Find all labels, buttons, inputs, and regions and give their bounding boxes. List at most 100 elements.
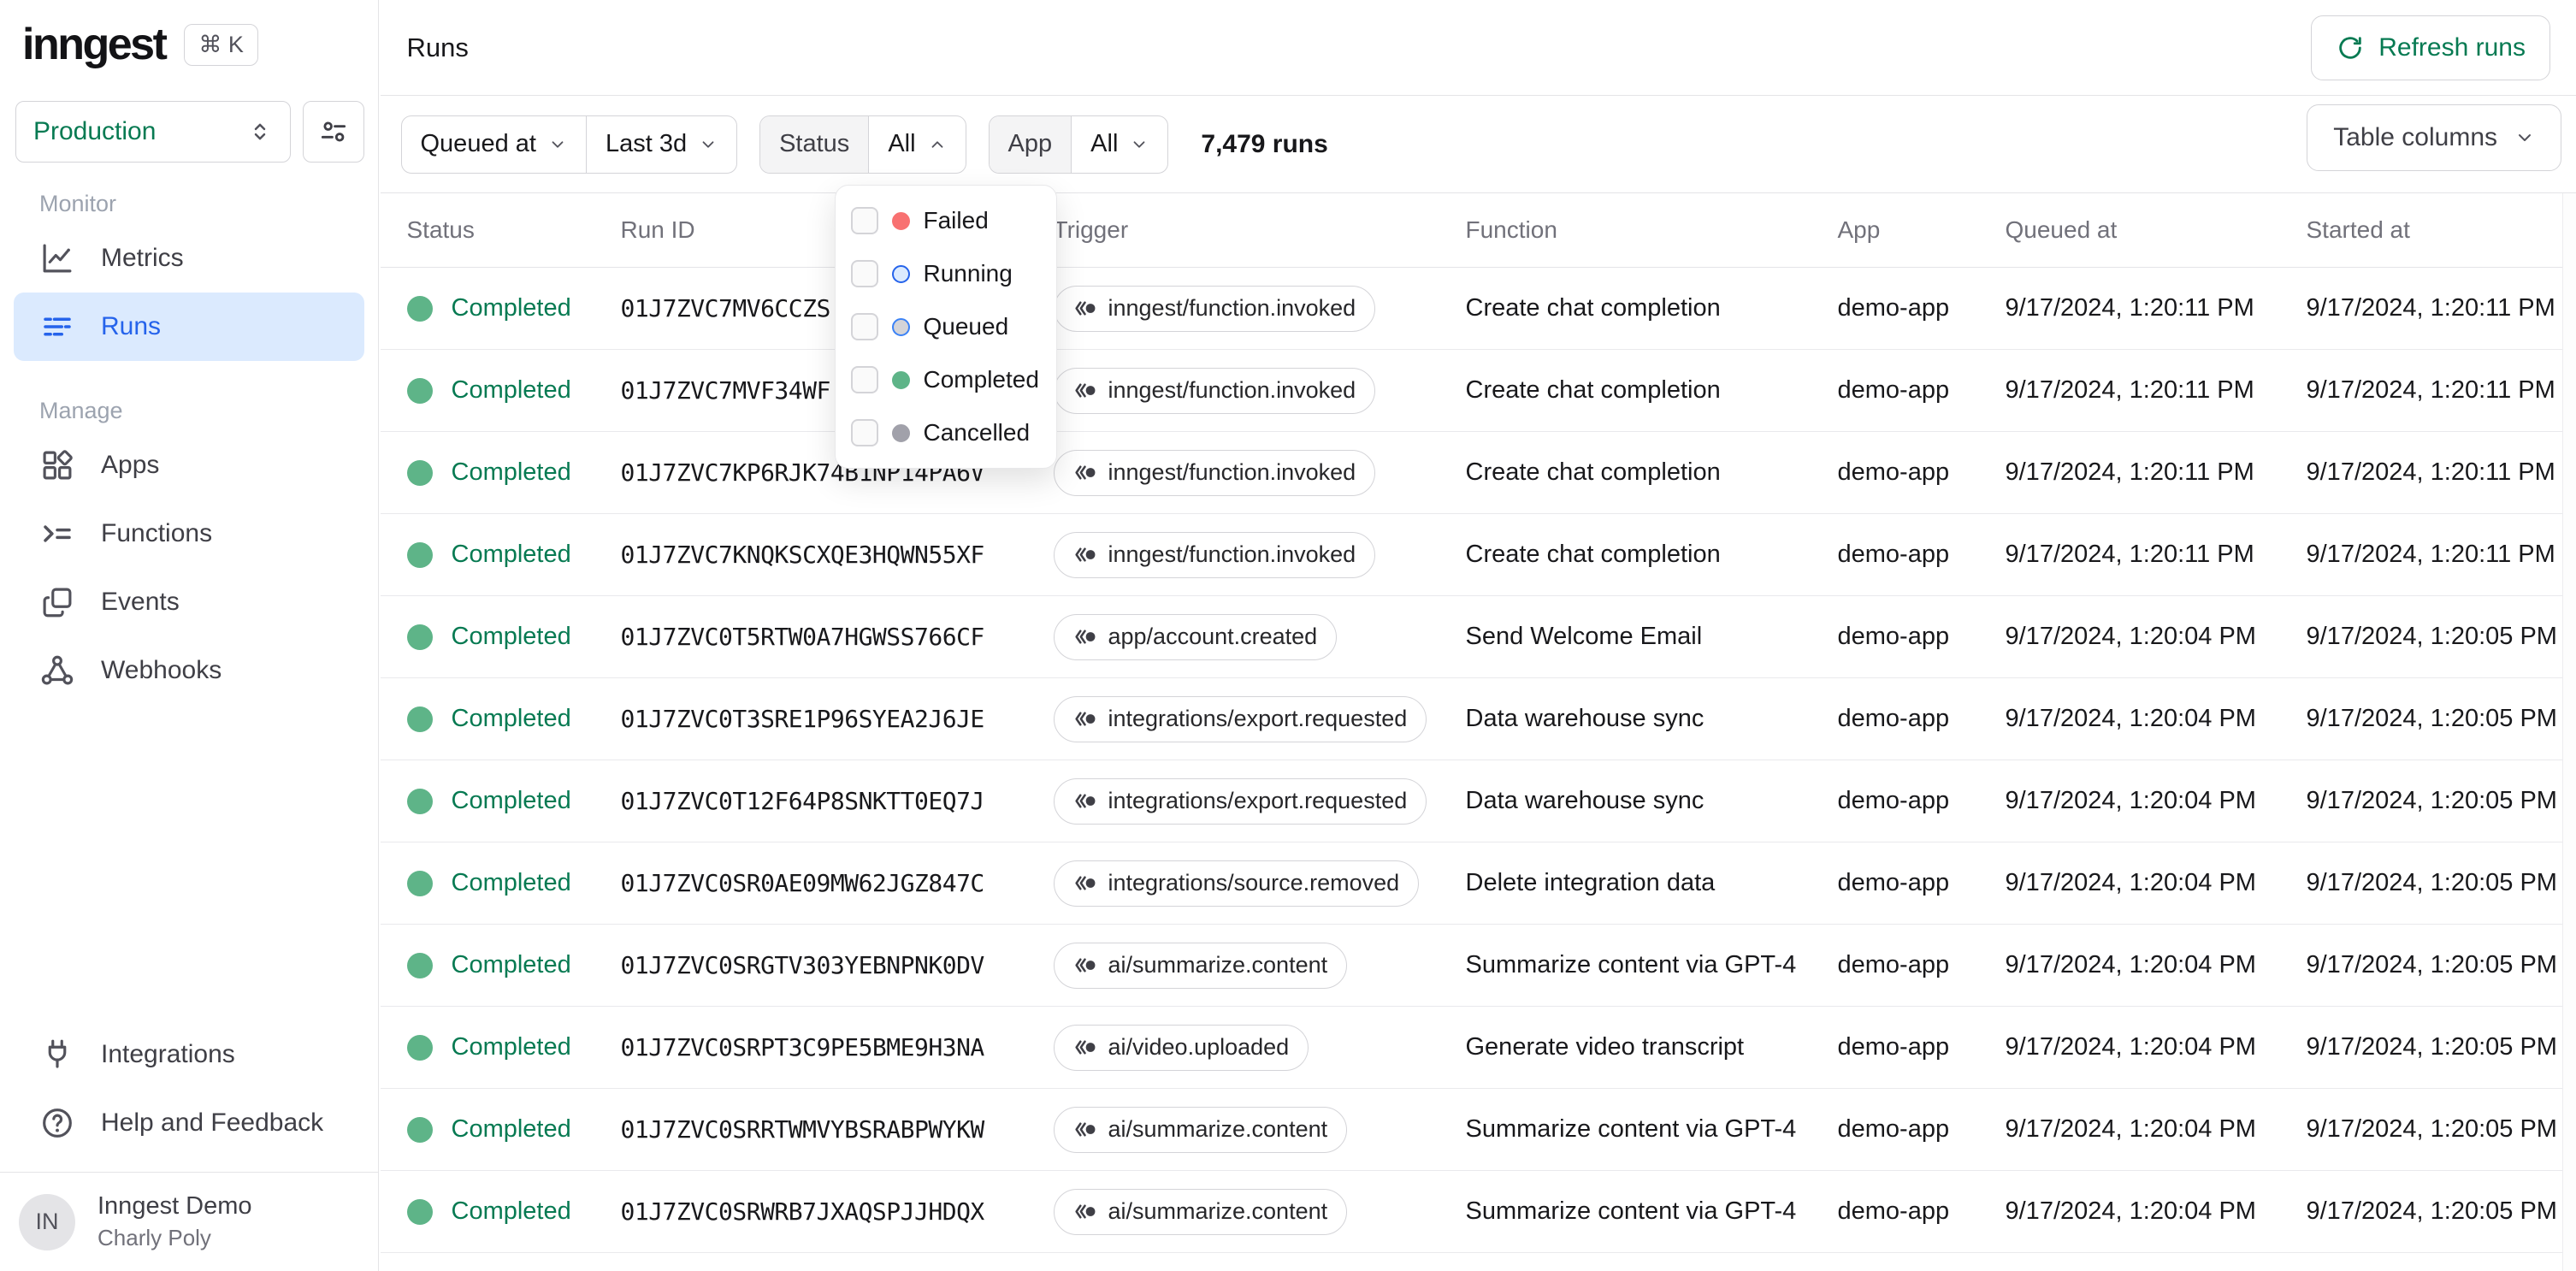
run-id: 01J7ZVC0SRPT3C9PE5BME9H3NA: [620, 1033, 985, 1061]
trigger-event-pill[interactable]: inngest/function.invoked: [1053, 285, 1376, 332]
status-label: Completed: [451, 951, 571, 978]
table-row[interactable]: Completed 01J7ZVC0SRGTV303YEBNPNK0DV ai/…: [380, 925, 2576, 1007]
time-field-dropdown[interactable]: Queued at: [402, 116, 586, 173]
table-row[interactable]: Completed 01J7ZVC7KNQKSCXQE3HQWN55XF inn…: [380, 514, 2576, 596]
trigger-event-name: inngest/function.invoked: [1108, 541, 1356, 567]
trigger-event-pill[interactable]: inngest/function.invoked: [1053, 367, 1376, 414]
trigger-event-pill[interactable]: ai/summarize.content: [1053, 942, 1348, 989]
sidebar-item-functions[interactable]: Functions: [0, 500, 378, 568]
sidebar-item-label: Metrics: [101, 244, 184, 272]
status-label: Completed: [451, 1115, 571, 1143]
app-name: demo-app: [1837, 376, 1950, 404]
sidebar-item-help[interactable]: Help and Feedback: [0, 1089, 378, 1157]
status-option[interactable]: Failed: [836, 194, 1056, 247]
runs-count: 7,479 runs: [1201, 129, 1328, 158]
event-icon: [1073, 710, 1096, 728]
sidebar-item-label: Apps: [101, 451, 160, 479]
table-row[interactable]: Completed 01J7ZVC7MVF34WF inngest/functi…: [380, 350, 2576, 432]
queued-at: 9/17/2024, 1:20:04 PM: [2005, 951, 2256, 978]
checkbox-unchecked[interactable]: [850, 419, 878, 446]
trigger-event-pill[interactable]: ai/summarize.content: [1053, 1188, 1348, 1235]
queued-at: 9/17/2024, 1:20:11 PM: [2005, 458, 2254, 486]
sliders-icon: [317, 115, 350, 148]
trigger-cell: ai/video.uploaded: [1053, 1024, 1466, 1071]
started-at: 9/17/2024, 1:20:05 PM: [2306, 869, 2557, 896]
chevron-up-icon: [928, 135, 947, 154]
trigger-cell: ai/summarize.content: [1053, 1188, 1466, 1235]
table-row[interactable]: Completed 01J7ZVC0SRWRB7JXAQSPJJHDQX ai/…: [380, 1171, 2576, 1253]
trigger-event-pill[interactable]: inngest/function.invoked: [1053, 531, 1376, 578]
trigger-event-pill[interactable]: integrations/export.requested: [1053, 777, 1427, 825]
status-dot-completed: [406, 624, 433, 650]
table-row[interactable]: Completed 01J7ZVC0SRPT3C9PE5BME9H3NA ai/…: [380, 1007, 2576, 1089]
user-menu[interactable]: IN Inngest Demo Charly Poly: [0, 1172, 378, 1271]
status-label: Completed: [451, 1033, 571, 1061]
event-icon: [1073, 792, 1096, 810]
status-option[interactable]: Cancelled: [836, 406, 1056, 459]
status-filter-dropdown[interactable]: All: [868, 115, 965, 173]
environment-select[interactable]: Production: [15, 101, 291, 163]
sidebar-item-webhooks[interactable]: Webhooks: [0, 636, 378, 705]
avatar: IN: [19, 1193, 75, 1250]
trigger-cell: ai/summarize.content: [1053, 942, 1466, 989]
function-name: Create chat completion: [1465, 376, 1721, 404]
checkbox-unchecked[interactable]: [850, 207, 878, 234]
sidebar-item-events[interactable]: Events: [0, 568, 378, 636]
status-option[interactable]: Queued: [836, 300, 1056, 353]
table-row[interactable]: Completed 01J7ZVC7KP6RJK74B1NP14PA6V inn…: [380, 432, 2576, 514]
refresh-icon: [2336, 33, 2365, 62]
sidebar-item-runs[interactable]: Runs: [14, 293, 364, 361]
checkbox-unchecked[interactable]: [850, 260, 878, 287]
status-label: Completed: [451, 294, 571, 322]
app-name: demo-app: [1837, 541, 1950, 568]
table-columns-button[interactable]: Table columns: [2307, 104, 2561, 171]
status-dot-completed: [406, 377, 433, 404]
function-name: Send Welcome Email: [1465, 623, 1703, 650]
trigger-event-name: integrations/source.removed: [1108, 870, 1400, 896]
sidebar-item-label: Help and Feedback: [101, 1108, 324, 1137]
sidebar-item-integrations[interactable]: Integrations: [0, 1020, 378, 1089]
trigger-event-pill[interactable]: ai/summarize.content: [1053, 1106, 1348, 1153]
trigger-event-pill[interactable]: inngest/function.invoked: [1053, 449, 1376, 496]
status-option-label: Failed: [923, 207, 989, 234]
app-filter-dropdown[interactable]: All: [1071, 115, 1167, 173]
table-row[interactable]: Completed 01J7ZVC7MV6CCZS inngest/functi…: [380, 268, 2576, 350]
table-row[interactable]: Completed 01J7ZVC0SR0AE09MW62JGZ847C int…: [380, 842, 2576, 925]
function-name: Create chat completion: [1465, 294, 1721, 322]
environment-settings-button[interactable]: [303, 101, 364, 163]
refresh-runs-button[interactable]: Refresh runs: [2311, 15, 2550, 80]
page-title: Runs: [406, 32, 469, 62]
trigger-event-pill[interactable]: ai/video.uploaded: [1053, 1024, 1309, 1071]
command-k-shortcut[interactable]: ⌘ K: [184, 23, 258, 66]
checkbox-unchecked[interactable]: [850, 366, 878, 393]
trigger-cell: inngest/function.invoked: [1053, 531, 1466, 578]
trigger-cell: app/account.created: [1053, 613, 1466, 660]
trigger-event-pill[interactable]: integrations/source.removed: [1053, 860, 1420, 907]
status-option[interactable]: Completed: [836, 353, 1056, 406]
sidebar-item-label: Integrations: [101, 1040, 235, 1068]
table-row[interactable]: Completed 01J7ZVC0T5RTW0A7HGWSS766CF app…: [380, 596, 2576, 678]
chevron-down-icon: [699, 135, 718, 154]
table-row[interactable]: Completed 01J7ZVC0T12F64P8SNKTT0EQ7J int…: [380, 760, 2576, 842]
inngest-logo: inngest: [22, 20, 168, 69]
sidebar-item-metrics[interactable]: Metrics: [0, 224, 378, 293]
status-option[interactable]: Running: [836, 247, 1056, 300]
time-range-dropdown[interactable]: Last 3d: [585, 115, 736, 173]
event-icon: [1073, 1120, 1096, 1138]
column-header-trigger: Trigger: [1053, 216, 1129, 243]
run-id: 01J7ZVC0SRRTWMVYBSRABPWYKW: [620, 1115, 985, 1144]
table-row[interactable]: Completed 01J7ZVC0SRRTWMVYBSRABPWYKW ai/…: [380, 1089, 2576, 1171]
sidebar-item-apps[interactable]: Apps: [0, 431, 378, 500]
event-icon: [1073, 464, 1096, 482]
status-filter-group: Status All: [759, 115, 966, 174]
table-row[interactable]: Completed 01J7ZVC0T3SRE1P96SYEA2J6JE int…: [380, 678, 2576, 760]
trigger-event-pill[interactable]: integrations/export.requested: [1053, 695, 1427, 742]
event-icon: [1073, 299, 1096, 317]
trigger-event-pill[interactable]: app/account.created: [1053, 613, 1338, 660]
column-header-app: App: [1837, 216, 1881, 243]
scrollbar-track[interactable]: [2562, 193, 2576, 1271]
queued-at: 9/17/2024, 1:20:04 PM: [2005, 869, 2256, 896]
function-name: Data warehouse sync: [1465, 787, 1705, 814]
queued-at: 9/17/2024, 1:20:04 PM: [2005, 705, 2256, 732]
checkbox-unchecked[interactable]: [850, 313, 878, 340]
